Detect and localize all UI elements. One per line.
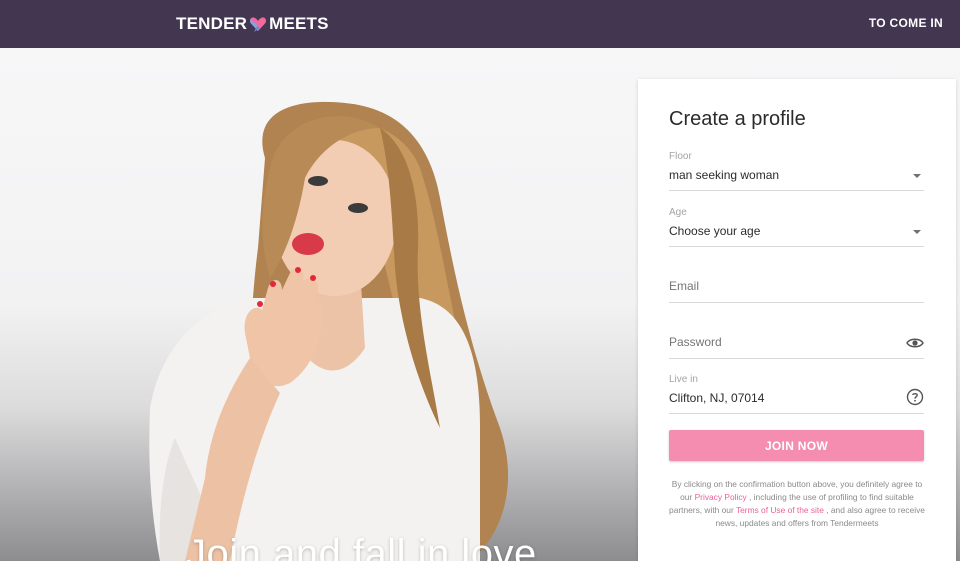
help-icon[interactable]	[906, 388, 924, 406]
dropdown-caret-icon	[913, 230, 921, 234]
floor-value: man seeking woman	[669, 168, 780, 182]
terms-of-use-link[interactable]: Terms of Use of the site	[736, 505, 824, 515]
heart-logo-icon	[248, 14, 268, 34]
eye-icon[interactable]	[906, 334, 924, 352]
join-now-button[interactable]: JOIN NOW	[669, 430, 924, 461]
logo-text-right: MEETS	[269, 14, 329, 33]
floor-label: Floor	[669, 151, 692, 162]
logo[interactable]: TENDER MEETS	[176, 13, 329, 35]
privacy-policy-link[interactable]: Privacy Policy	[695, 492, 747, 502]
login-link[interactable]: TO COME IN	[869, 16, 943, 30]
location-label: Live in	[669, 374, 698, 385]
password-field	[669, 335, 924, 359]
age-value: Choose your age	[669, 224, 761, 238]
top-header: TENDER MEETS TO COME IN	[0, 0, 960, 48]
location-value: Clifton, NJ, 07014	[669, 391, 765, 405]
form-title: Create a profile	[669, 108, 806, 130]
hero-headline: Join and fall in love	[186, 532, 537, 561]
email-input[interactable]	[669, 279, 889, 293]
hero-photo	[149, 101, 508, 561]
location-field[interactable]: Live in Clifton, NJ, 07014	[669, 374, 924, 414]
age-label: Age	[669, 207, 687, 218]
email-field	[669, 279, 924, 303]
terms-text: By clicking on the confirmation button a…	[666, 478, 928, 530]
logo-text-left: TENDER	[176, 14, 248, 33]
age-select[interactable]: Age Choose your age	[669, 207, 924, 247]
floor-select[interactable]: Floor man seeking woman	[669, 151, 924, 191]
password-input[interactable]	[669, 335, 889, 349]
signup-card: Create a profile Floor man seeking woman…	[638, 79, 956, 561]
dropdown-caret-icon	[913, 174, 921, 178]
